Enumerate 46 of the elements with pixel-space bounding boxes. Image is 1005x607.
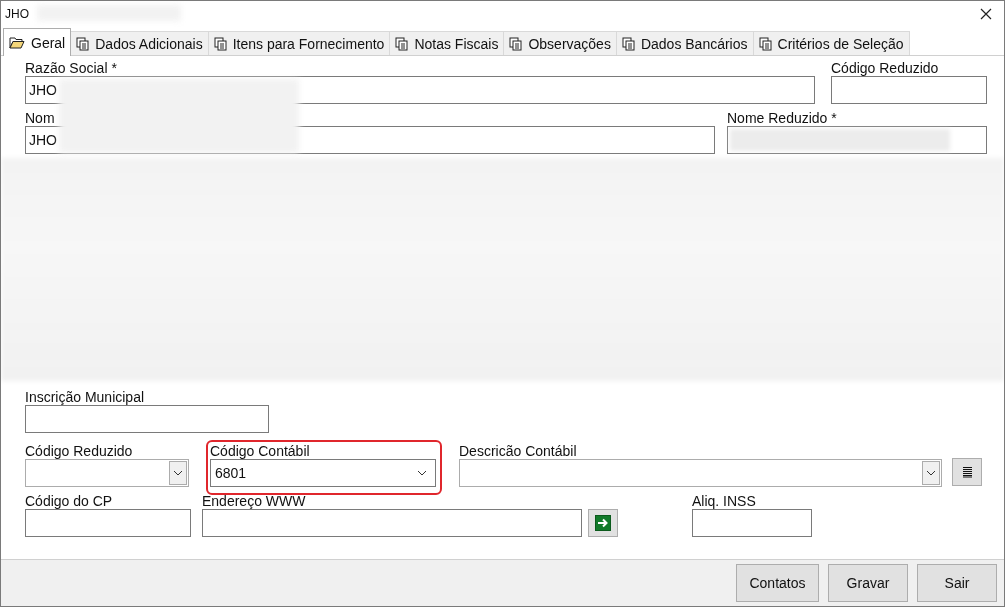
tab[interactable]: Itens para Fornecimento [207,31,391,55]
text-field[interactable] [692,509,812,537]
pages-icon [395,36,409,51]
window-title: JHO [5,7,29,21]
pages-icon [509,36,523,51]
caret-icon [417,470,427,476]
dropdown[interactable]: 6801 [210,459,436,487]
footer-button[interactable]: Gravar [828,564,908,602]
tab[interactable]: Dados Bancários [615,31,754,55]
field-label: Código Contábil [210,443,311,459]
text-field[interactable] [25,405,269,433]
text-field[interactable] [202,509,582,537]
pages-icon [76,36,90,51]
field-label: Descricão Contábil [459,443,578,459]
folder-icon [9,36,25,49]
field-label: Código do CP [25,493,114,509]
tab[interactable]: Notas Fiscais [389,31,505,55]
close-icon[interactable] [980,8,992,20]
go-button[interactable] [588,509,618,537]
field-label: Endereço WWW [202,493,307,509]
caret-icon [173,470,183,476]
field-label: Código Reduzido [25,443,134,459]
footer-button[interactable]: Sair [917,564,997,602]
field-label: Razão Social * [25,60,118,76]
pages-icon [758,36,772,51]
tab[interactable]: Geral [3,28,72,56]
field-label: Nom [25,110,56,126]
list-icon [961,466,973,478]
field-label: Nome Reduzido * [727,110,838,126]
caret-icon [926,470,936,476]
field-label: Inscrição Municipal [25,389,146,405]
pages-icon [213,36,227,51]
field-label: Código Reduzido [831,60,940,76]
dropdown[interactable] [25,459,189,487]
tab[interactable]: Dados Adicionais [70,31,209,55]
field-label: Aliq. INSS [692,493,757,509]
list-button[interactable] [952,458,982,486]
dropdown[interactable] [459,459,942,487]
pages-icon [621,36,635,51]
text-field[interactable] [727,126,987,154]
tab[interactable]: Observações [503,31,617,55]
footer-button[interactable]: Contatos [736,564,819,602]
tab[interactable]: Critérios de Seleção [752,31,910,55]
text-field[interactable] [25,509,191,537]
text-field[interactable] [831,76,987,104]
arrow-icon [595,515,611,531]
